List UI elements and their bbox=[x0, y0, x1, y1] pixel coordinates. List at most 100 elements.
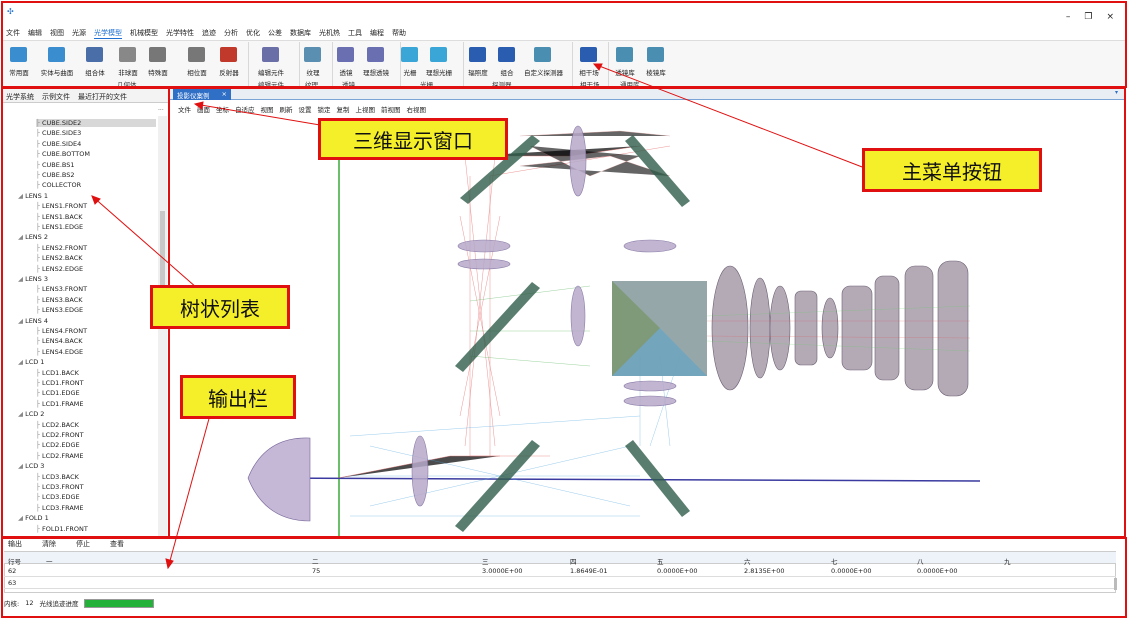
menu-item[interactable]: 文件 bbox=[6, 28, 20, 38]
output-tab[interactable]: 查看 bbox=[110, 539, 124, 549]
menu-item[interactable]: 编辑 bbox=[28, 28, 42, 38]
view-menu-item[interactable]: 文件 bbox=[178, 104, 191, 114]
output-scrollbar[interactable] bbox=[1114, 578, 1117, 590]
tree-leaf[interactable]: ├ LENS3.EDGE bbox=[36, 306, 83, 314]
menu-item[interactable]: 数据库 bbox=[290, 28, 311, 38]
view-menu-item[interactable]: 右视图 bbox=[407, 104, 427, 114]
tree-leaf[interactable]: ├ LENS4.EDGE bbox=[36, 348, 83, 356]
tree-leaf[interactable]: ├ LCD2.BACK bbox=[36, 421, 79, 429]
tree-leaf[interactable]: ├ LENS1.EDGE bbox=[36, 223, 83, 231]
tree-leaf[interactable]: ├ LCD3.EDGE bbox=[36, 493, 80, 501]
menu-item[interactable]: 追迹 bbox=[202, 28, 216, 38]
tree-leaf[interactable]: ├ LCD3.FRONT bbox=[36, 483, 84, 491]
view-menu-item[interactable]: 画面 bbox=[197, 104, 210, 114]
view-menu-item[interactable]: 自适应 bbox=[235, 104, 255, 114]
view-menu-item[interactable]: 坐标 bbox=[216, 104, 229, 114]
tree-leaf[interactable]: ├ CUBE.SIDE3 bbox=[36, 129, 81, 137]
view-menu-item[interactable]: 锁定 bbox=[318, 104, 331, 114]
toolbar-button[interactable]: 自定义探测器 bbox=[524, 67, 563, 77]
toolbar-button[interactable]: 编辑元件 bbox=[252, 67, 290, 77]
toolbar-button-icon[interactable] bbox=[10, 47, 27, 62]
document-tab[interactable]: 投影仪案例 × bbox=[173, 89, 231, 100]
tree-node[interactable]: ◢ LCD 1 bbox=[18, 358, 44, 366]
restore-button[interactable]: ❐ bbox=[1084, 12, 1092, 22]
table-row[interactable] bbox=[4, 577, 1116, 589]
toolbar-button-icon[interactable] bbox=[188, 47, 205, 62]
tree-leaf[interactable]: ├ LCD1.EDGE bbox=[36, 389, 80, 397]
view-menu-item[interactable]: 复制 bbox=[337, 104, 350, 114]
tree-leaf[interactable]: ├ LCD3.BACK bbox=[36, 473, 79, 481]
tree-leaf[interactable]: ├ LCD2.FRAME bbox=[36, 452, 84, 460]
tree-leaf[interactable]: ├ CUBE.BOTTOM bbox=[36, 150, 90, 158]
menu-item[interactable]: 公差 bbox=[268, 28, 282, 38]
menu-item[interactable]: 光学模型 bbox=[94, 28, 122, 39]
minimize-button[interactable]: – bbox=[1066, 12, 1071, 22]
tree-leaf[interactable]: ├ CUBE.BS1 bbox=[36, 161, 75, 169]
tree-leaf[interactable]: ├ LENS4.FRONT bbox=[36, 327, 87, 335]
tree-leaf[interactable]: ├ CUBE.SIDE4 bbox=[36, 140, 81, 148]
tree-node[interactable]: ◢ FOLD 1 bbox=[18, 514, 49, 522]
tree-leaf[interactable]: ├ LENS4.BACK bbox=[36, 337, 83, 345]
toolbar-button-icon[interactable] bbox=[498, 47, 515, 62]
view-menu-item[interactable]: 刷新 bbox=[280, 104, 293, 114]
toolbar-button-icon[interactable] bbox=[469, 47, 486, 62]
menu-item[interactable]: 视图 bbox=[50, 28, 64, 38]
tree-leaf[interactable]: ├ LENS3.FRONT bbox=[36, 285, 87, 293]
toolbar-button-icon[interactable] bbox=[262, 47, 279, 62]
tree-node[interactable]: ◢ LENS 2 bbox=[18, 233, 48, 241]
toolbar-button[interactable]: 组合 bbox=[488, 67, 526, 77]
tree-leaf[interactable]: ├ CUBE.SIDE2 bbox=[36, 119, 156, 127]
tree-node[interactable]: ├ COLLECTOR bbox=[36, 181, 81, 189]
tab-sample-files[interactable]: 示例文件 bbox=[42, 92, 70, 101]
view-menu-item[interactable]: 视图 bbox=[261, 104, 274, 114]
toolbar-button[interactable]: 实体与曲面 bbox=[38, 67, 76, 77]
toolbar-button[interactable]: 理想透镜 bbox=[357, 67, 395, 77]
view-dropdown-icon[interactable]: ▾ bbox=[1115, 89, 1118, 96]
tree-leaf[interactable]: ├ LCD2.EDGE bbox=[36, 441, 80, 449]
menu-item[interactable]: 分析 bbox=[224, 28, 238, 38]
menu-item[interactable]: 光学特性 bbox=[166, 28, 194, 38]
tree-leaf[interactable]: ├ LENS1.FRONT bbox=[36, 202, 87, 210]
toolbar-button[interactable]: 常用面 bbox=[0, 67, 38, 77]
view-menu-item[interactable]: 上视图 bbox=[356, 104, 376, 114]
menu-item[interactable]: 帮助 bbox=[392, 28, 406, 38]
toolbar-button-icon[interactable] bbox=[616, 47, 633, 62]
tree-node[interactable]: ◢ LCD 3 bbox=[18, 462, 44, 470]
view-menu-item[interactable]: 前视图 bbox=[381, 104, 401, 114]
tree-leaf[interactable]: ├ LENS3.BACK bbox=[36, 296, 83, 304]
toolbar-button[interactable]: 特殊面 bbox=[139, 67, 177, 77]
close-tab-icon[interactable]: × bbox=[222, 90, 227, 99]
tree-more-button[interactable]: ··· bbox=[158, 107, 164, 114]
view-menu-item[interactable]: 设置 bbox=[299, 104, 312, 114]
menu-item[interactable]: 光源 bbox=[72, 28, 86, 38]
toolbar-button-icon[interactable] bbox=[401, 47, 418, 62]
output-tab[interactable]: 清除 bbox=[42, 539, 56, 549]
toolbar-button-icon[interactable] bbox=[86, 47, 103, 62]
output-tab[interactable]: 停止 bbox=[76, 539, 90, 549]
menu-item[interactable]: 编程 bbox=[370, 28, 384, 38]
toolbar-button[interactable]: 理想光栅 bbox=[420, 67, 458, 77]
tree-leaf[interactable]: ├ LENS2.BACK bbox=[36, 254, 83, 262]
toolbar-button-icon[interactable] bbox=[647, 47, 664, 62]
tree-leaf[interactable]: ├ CUBE.BS2 bbox=[36, 171, 75, 179]
tree-leaf[interactable]: ├ LENS2.FRONT bbox=[36, 244, 87, 252]
tree-node[interactable]: ◢ LENS 1 bbox=[18, 192, 48, 200]
tree-leaf[interactable]: ├ LCD1.FRONT bbox=[36, 379, 84, 387]
tree-node[interactable]: ◢ LENS 3 bbox=[18, 275, 48, 283]
toolbar-button-icon[interactable] bbox=[430, 47, 447, 62]
toolbar-button[interactable]: 棱镜库 bbox=[637, 67, 675, 77]
toolbar-button[interactable]: 相干场 bbox=[570, 67, 608, 77]
close-button[interactable]: × bbox=[1106, 12, 1114, 22]
tree-node[interactable]: ◢ LCD 2 bbox=[18, 410, 44, 418]
tree-leaf[interactable]: ├ LCD3.FRAME bbox=[36, 504, 84, 512]
menu-item[interactable]: 光机热 bbox=[319, 28, 340, 38]
toolbar-button-icon[interactable] bbox=[149, 47, 166, 62]
toolbar-button-icon[interactable] bbox=[119, 47, 136, 62]
toolbar-button-icon[interactable] bbox=[220, 47, 237, 62]
tab-optical-system[interactable]: 光学系统 bbox=[6, 92, 34, 101]
menu-item[interactable]: 优化 bbox=[246, 28, 260, 38]
tree-leaf[interactable]: ├ LCD1.BACK bbox=[36, 369, 79, 377]
menu-item[interactable]: 工具 bbox=[348, 28, 362, 38]
tree-leaf[interactable]: ├ LENS2.EDGE bbox=[36, 265, 83, 273]
tree-node[interactable]: ◢ LENS 4 bbox=[18, 317, 48, 325]
